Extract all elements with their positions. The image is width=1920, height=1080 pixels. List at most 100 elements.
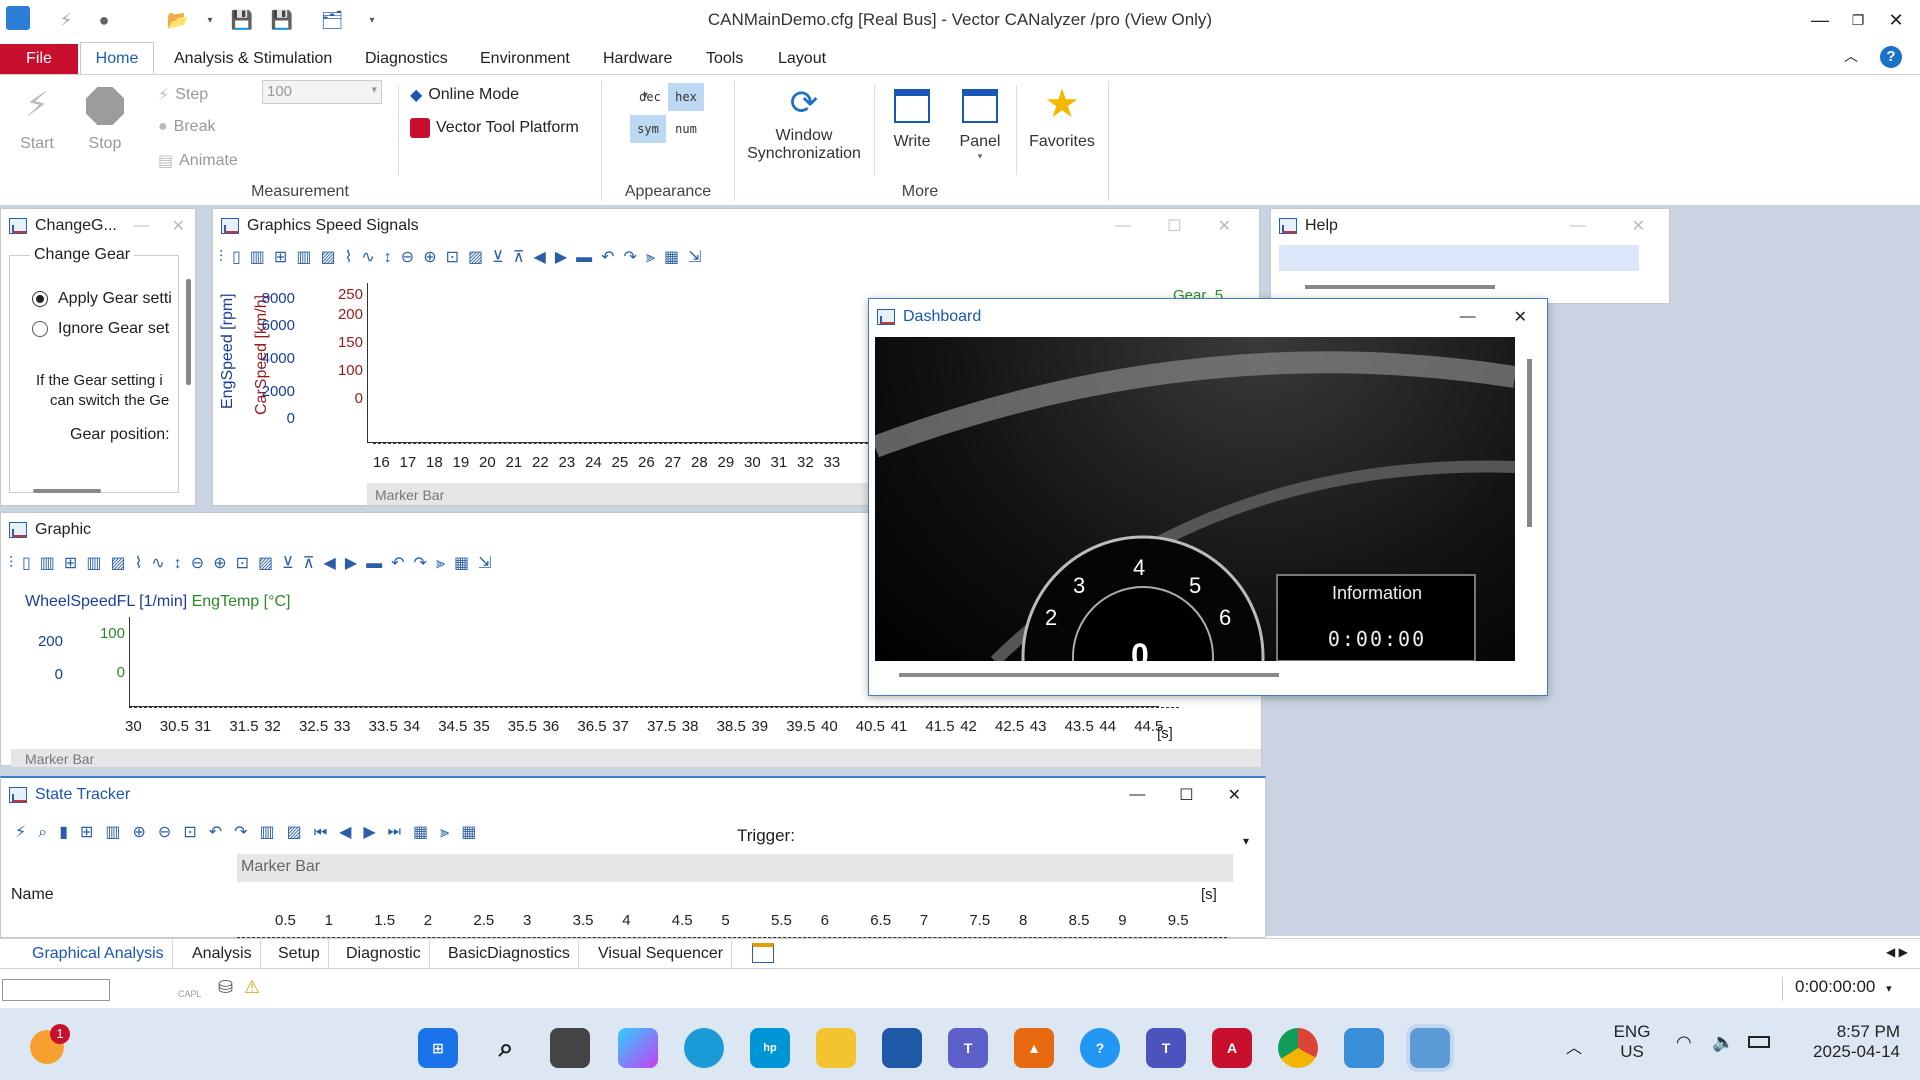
status-input[interactable] bbox=[2, 979, 110, 1001]
x-tick-label: 3.5 bbox=[572, 912, 594, 929]
tab-home[interactable]: Home bbox=[80, 42, 154, 75]
scroll-tabs-icon[interactable]: ◀ ▶ bbox=[1886, 945, 1908, 959]
x-tick-label: 31 bbox=[770, 454, 788, 471]
close-icon[interactable]: ✕ bbox=[1632, 216, 1645, 236]
x-tick-label: 43.5 bbox=[1064, 718, 1094, 735]
matlab-icon[interactable]: ▲ bbox=[1014, 1028, 1054, 1068]
sym-button[interactable]: sym bbox=[630, 115, 666, 143]
change-gear-groupbox: Change Gear Apply Gear setti Ignore Gear… bbox=[9, 246, 179, 493]
acrobat-icon[interactable]: A bbox=[1212, 1028, 1252, 1068]
window-synchronization-button[interactable]: ⟳ Window Synchronization bbox=[740, 81, 868, 163]
time-display[interactable]: 0:00:00:00 ▾ bbox=[1782, 977, 1920, 1001]
step-count-select[interactable]: 100 ▾ bbox=[262, 80, 382, 104]
animate-button[interactable]: ▤ Animate bbox=[158, 151, 238, 171]
menu-analysis-stimulation[interactable]: Analysis & Stimulation bbox=[172, 40, 334, 74]
close-icon[interactable]: ✕ bbox=[1218, 216, 1231, 236]
edge-icon[interactable] bbox=[684, 1028, 724, 1068]
start-menu-icon[interactable]: ⊞ bbox=[418, 1028, 458, 1068]
tab-basic-diagnostics[interactable]: BasicDiagnostics bbox=[440, 939, 579, 969]
start-button[interactable]: ⚡ Start bbox=[12, 85, 62, 153]
volume-icon[interactable]: 🔈 bbox=[1712, 1032, 1734, 1053]
apply-gear-radio[interactable]: Apply Gear setti bbox=[32, 290, 172, 308]
legend: WheelSpeedFL [1/min] EngTemp [°C] bbox=[25, 593, 291, 611]
copilot-icon[interactable] bbox=[618, 1028, 658, 1068]
capl-indicator: CAPL bbox=[178, 989, 202, 999]
menu-hardware[interactable]: Hardware bbox=[601, 40, 674, 74]
y-tick: 200 bbox=[337, 306, 363, 323]
task-view-icon[interactable] bbox=[550, 1028, 590, 1068]
close-icon[interactable]: ✕ bbox=[1514, 307, 1527, 327]
tab-diagnostic[interactable]: Diagnostic bbox=[338, 939, 430, 969]
menu-diagnostics[interactable]: Diagnostics bbox=[363, 40, 450, 74]
dec-button[interactable]: dec bbox=[632, 83, 668, 111]
collapse-ribbon-icon[interactable]: ︿ bbox=[1844, 46, 1858, 66]
write-button[interactable]: Write bbox=[884, 85, 940, 151]
minimize-icon[interactable]: — bbox=[1460, 308, 1476, 326]
ignore-gear-radio[interactable]: Ignore Gear set bbox=[32, 320, 169, 338]
restore-button[interactable]: ❐ bbox=[1838, 6, 1878, 34]
horizontal-scrollbar[interactable] bbox=[1305, 285, 1495, 289]
new-desktop-icon[interactable] bbox=[752, 943, 774, 963]
panel-button[interactable]: Panel ▾ bbox=[952, 85, 1008, 162]
file-tab[interactable]: File bbox=[0, 44, 78, 74]
x-tick-label: 32 bbox=[797, 454, 814, 471]
wifi-icon[interactable]: ◠ bbox=[1676, 1032, 1692, 1053]
carspeed-tick-labels: 250 200 150 100 0 bbox=[329, 285, 363, 409]
tab-setup[interactable]: Setup bbox=[270, 939, 329, 969]
vector-tool-platform-button[interactable]: Vector Tool Platform bbox=[410, 118, 579, 138]
step-button[interactable]: ⚡ Step bbox=[158, 85, 208, 105]
clock[interactable]: 8:57 PM 2025-04-14 bbox=[1790, 1022, 1900, 1062]
num-button[interactable]: num bbox=[668, 115, 704, 143]
x-tick-label: 28 bbox=[691, 454, 708, 471]
tab-visual-sequencer[interactable]: Visual Sequencer bbox=[590, 939, 733, 969]
teams-icon[interactable]: T bbox=[948, 1028, 988, 1068]
myhp-icon[interactable]: hp bbox=[750, 1028, 790, 1068]
dropdown-arrow-icon[interactable]: ▾ bbox=[1243, 834, 1249, 848]
hex-button[interactable]: hex bbox=[668, 83, 704, 111]
show-hidden-icons[interactable]: ︿ bbox=[1566, 1034, 1582, 1058]
maximize-icon[interactable]: ☐ bbox=[1167, 216, 1181, 236]
help-icon[interactable]: ? bbox=[1880, 46, 1902, 68]
state-tracker-titlebar: State Tracker — ☐ ✕ bbox=[1, 778, 1265, 812]
photos-icon[interactable] bbox=[1344, 1028, 1384, 1068]
ignore-gear-label: Ignore Gear set bbox=[58, 320, 170, 337]
minimize-icon[interactable]: — bbox=[1115, 217, 1131, 235]
write-window-icon bbox=[894, 89, 930, 123]
minimize-icon[interactable]: — bbox=[134, 217, 150, 235]
y-tick: 250 bbox=[337, 286, 363, 303]
vertical-scrollbar[interactable] bbox=[186, 279, 191, 385]
maximize-icon[interactable]: ☐ bbox=[1179, 785, 1193, 805]
menu-environment[interactable]: Environment bbox=[478, 40, 572, 74]
minimize-icon[interactable]: — bbox=[1129, 786, 1145, 804]
tab-graphical-analysis[interactable]: Graphical Analysis bbox=[24, 939, 173, 969]
horizontal-scrollbar[interactable] bbox=[899, 673, 1279, 677]
file-explorer-icon[interactable] bbox=[816, 1028, 856, 1068]
language-indicator[interactable]: ENG US bbox=[1612, 1022, 1652, 1062]
marker-bar: Marker Bar bbox=[237, 854, 1233, 882]
battery-icon[interactable] bbox=[1748, 1036, 1770, 1048]
search-icon[interactable]: ⌕ bbox=[486, 1028, 526, 1068]
x-tick-label: 8.5 bbox=[1068, 912, 1090, 929]
dashboard-canvas[interactable]: 2 3 4 5 6 0 Information 0:00:00 bbox=[875, 337, 1515, 661]
minimize-button[interactable]: — bbox=[1800, 6, 1840, 34]
close-icon[interactable]: ✕ bbox=[1228, 785, 1241, 805]
help-app-icon[interactable]: ? bbox=[1080, 1028, 1120, 1068]
favorites-button[interactable]: ★ Favorites bbox=[1024, 81, 1100, 151]
menu-tools[interactable]: Tools bbox=[704, 40, 745, 74]
close-icon[interactable]: ✕ bbox=[172, 216, 185, 236]
horizontal-scrollbar[interactable] bbox=[33, 489, 101, 493]
minimize-icon[interactable]: — bbox=[1570, 217, 1586, 235]
break-button[interactable]: ● Break bbox=[158, 118, 215, 136]
chrome-icon[interactable] bbox=[1278, 1028, 1318, 1068]
warning-icon[interactable]: ⚠ bbox=[244, 977, 260, 998]
database-icon[interactable]: ⛁ bbox=[218, 977, 233, 998]
close-button[interactable]: ✕ bbox=[1876, 6, 1916, 34]
tab-analysis[interactable]: Analysis bbox=[184, 939, 261, 969]
stop-button[interactable]: Stop bbox=[80, 85, 130, 153]
canalyzer-icon[interactable] bbox=[1406, 1024, 1454, 1072]
menu-layout[interactable]: Layout bbox=[776, 40, 828, 74]
store-icon[interactable] bbox=[882, 1028, 922, 1068]
vertical-scrollbar[interactable] bbox=[1527, 359, 1532, 527]
online-mode-button[interactable]: ◆ Online Mode ▾ bbox=[410, 85, 648, 105]
teams-work-icon[interactable]: T bbox=[1146, 1028, 1186, 1068]
